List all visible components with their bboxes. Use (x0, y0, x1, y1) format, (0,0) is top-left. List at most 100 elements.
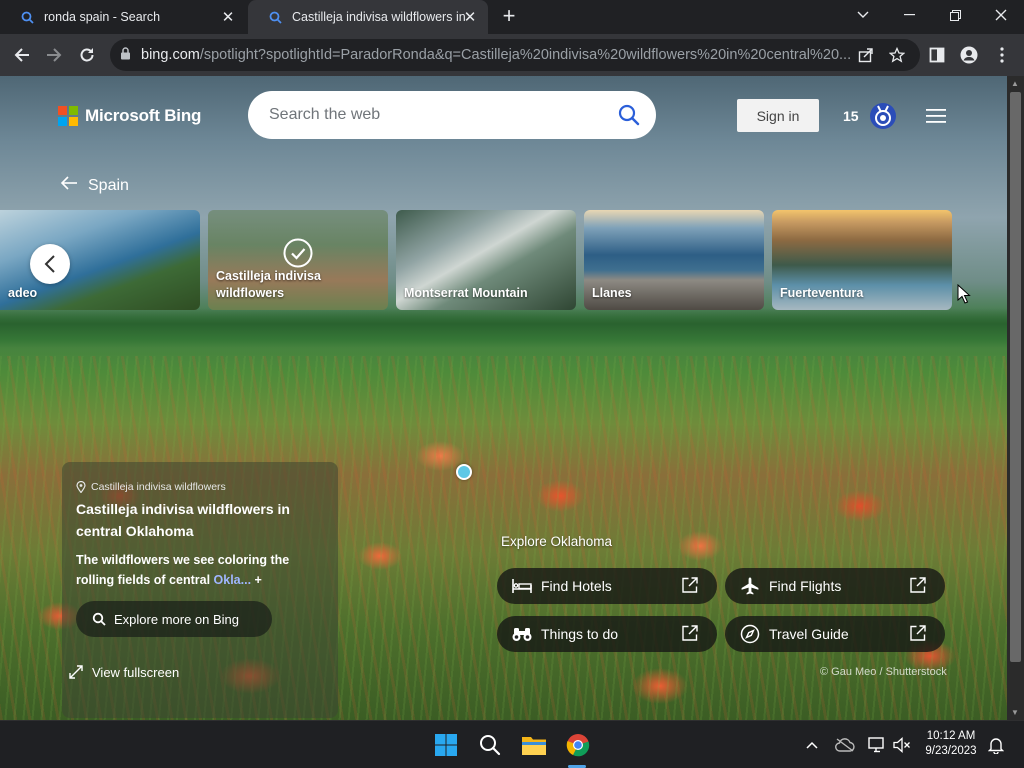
forward-arrow-icon[interactable] (41, 42, 67, 68)
find-flights-button[interactable]: Find Flights (725, 568, 945, 604)
file-explorer-icon[interactable] (518, 729, 550, 761)
reload-icon[interactable] (74, 42, 100, 68)
tab-title: ronda spain - Search (44, 10, 161, 24)
travel-guide-label: Travel Guide (769, 626, 849, 642)
volume-muted-icon[interactable] (886, 729, 918, 761)
taskbar-search-icon[interactable] (474, 729, 506, 761)
search-icon (92, 612, 106, 626)
show-hidden-icons-chevron-icon[interactable] (796, 729, 828, 761)
info-location: Castilleja indivisa wildflowers (76, 481, 226, 493)
close-tab-icon[interactable]: ✕ (220, 9, 236, 26)
carousel-card-label: Castilleja indivisa wildflowers (216, 269, 321, 300)
scroll-up-arrow-icon[interactable]: ▲ (1011, 79, 1019, 88)
page-scrollbar[interactable]: ▲ ▼ (1007, 76, 1024, 720)
close-window-icon[interactable] (978, 0, 1024, 30)
rewards-points[interactable]: 15 (843, 108, 859, 124)
carousel-card-label: Llanes (592, 286, 632, 300)
explore-title: Explore Oklahoma (501, 534, 613, 549)
search-input[interactable] (269, 106, 599, 124)
lock-icon[interactable] (120, 46, 131, 64)
image-hotspot[interactable] (456, 464, 472, 480)
chevron-left-icon (44, 255, 55, 273)
carousel-prev-button[interactable] (30, 244, 70, 284)
tab-title: Castilleja indivisa wildflowers in c (292, 10, 466, 24)
taskbar-clock[interactable]: 10:12 AM 9/23/2023 (916, 729, 986, 759)
find-hotels-button[interactable]: Find Hotels (497, 568, 717, 604)
scroll-down-arrow-icon[interactable]: ▼ (1011, 708, 1019, 717)
bing-search-icon (20, 10, 34, 24)
side-panel-icon[interactable] (924, 42, 950, 68)
scrollbar-thumb[interactable] (1010, 92, 1021, 662)
expand-plus-icon[interactable]: + (255, 573, 262, 587)
travel-guide-button[interactable]: Travel Guide (725, 616, 945, 652)
carousel-card-selected[interactable]: Castilleja indivisa wildflowers (208, 210, 388, 310)
mouse-cursor-icon (957, 283, 971, 304)
bing-spotlight-page: Microsoft Bing Sign in 15 Spain adeo Cas… (0, 76, 1007, 720)
tab-ronda-search[interactable]: ronda spain - Search ✕ (0, 0, 246, 34)
spotlight-carousel: adeo Castilleja indivisa wildflowers Mon… (0, 210, 1007, 312)
address-bar[interactable]: bing.com /spotlight?spotlightId=ParadorR… (110, 39, 920, 71)
external-link-icon (909, 624, 927, 645)
tab-search-chevron-icon[interactable] (840, 0, 886, 30)
read-more-link[interactable]: Okla... (214, 573, 252, 587)
bing-search-icon (268, 10, 282, 24)
clock-time: 10:12 AM (926, 730, 976, 742)
rewards-medal-icon[interactable] (869, 102, 897, 130)
url-path: /spotlight?spotlightId=ParadorRonda&q=Ca… (199, 47, 852, 63)
carousel-card-label: adeo (8, 286, 38, 300)
photo-credit: © Gau Meo / Shutterstock (820, 666, 947, 678)
explore-more-button[interactable]: Explore more on Bing (76, 601, 272, 637)
bing-logo[interactable]: Microsoft Bing (58, 106, 201, 126)
background-treeline (0, 308, 1007, 348)
binoculars-icon (511, 624, 533, 644)
notification-bell-icon[interactable] (980, 729, 1012, 761)
browser-toolbar: bing.com /spotlight?spotlightId=ParadorR… (0, 34, 1024, 76)
back-label: Spain (88, 176, 129, 194)
location-pin-icon (76, 481, 86, 493)
find-hotels-label: Find Hotels (541, 578, 612, 594)
carousel-card[interactable]: Fuerteventura (772, 210, 952, 310)
external-link-icon (681, 624, 699, 645)
close-tab-icon[interactable]: ✕ (462, 9, 478, 26)
sign-in-button[interactable]: Sign in (737, 99, 819, 132)
search-box[interactable] (248, 91, 656, 139)
info-location-text: Castilleja indivisa wildflowers (91, 481, 226, 493)
bed-icon (511, 576, 533, 596)
carousel-card[interactable]: Llanes (584, 210, 764, 310)
view-fullscreen-label: View fullscreen (92, 664, 180, 680)
restore-icon[interactable] (932, 0, 978, 30)
info-description: The wildflowers we see coloring the roll… (76, 550, 326, 590)
clock-date: 9/23/2023 (925, 745, 977, 757)
url-host: bing.com (141, 47, 200, 63)
back-arrow-icon[interactable] (9, 42, 35, 68)
things-to-do-label: Things to do (541, 626, 619, 642)
back-to-spain-link[interactable]: Spain (60, 176, 129, 195)
find-flights-label: Find Flights (769, 578, 842, 594)
onedrive-cloud-icon[interactable] (829, 729, 861, 761)
compass-icon (739, 624, 761, 644)
plane-icon (739, 576, 761, 596)
search-icon[interactable] (618, 104, 640, 131)
share-icon[interactable] (853, 42, 879, 68)
external-link-icon (681, 576, 699, 597)
hamburger-menu-icon[interactable] (926, 107, 948, 125)
carousel-card[interactable]: Montserrat Mountain (396, 210, 576, 310)
tab-strip: ronda spain - Search ✕ Castilleja indivi… (0, 0, 1024, 34)
microsoft-logo-icon (58, 106, 78, 126)
bookmark-star-icon[interactable] (884, 42, 910, 68)
back-arrow-icon (60, 176, 78, 195)
info-title: Castilleja indivisa wildflowers in centr… (76, 501, 290, 539)
selected-check-icon (283, 238, 313, 268)
minimize-icon[interactable] (886, 0, 932, 30)
chrome-taskbar-icon[interactable] (562, 729, 594, 761)
windows-start-icon[interactable] (430, 729, 462, 761)
expand-diagonal-icon (69, 665, 83, 679)
tab-castilleja[interactable]: Castilleja indivisa wildflowers in c ✕ (248, 0, 488, 34)
things-to-do-button[interactable]: Things to do (497, 616, 717, 652)
new-tab-button[interactable]: + (498, 5, 520, 28)
view-fullscreen-button[interactable]: View fullscreen (68, 664, 179, 680)
menu-kebab-icon[interactable] (989, 42, 1015, 68)
profile-icon[interactable] (956, 42, 982, 68)
logo-text: Microsoft Bing (85, 106, 202, 125)
explore-more-label: Explore more on Bing (114, 611, 240, 627)
